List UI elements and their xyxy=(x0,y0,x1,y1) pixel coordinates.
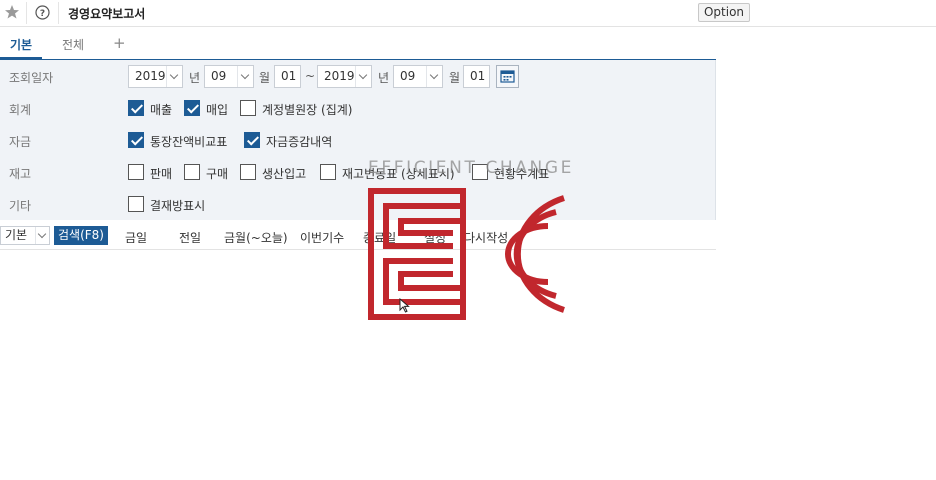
other-row: 기타 결재방표시 xyxy=(0,188,716,220)
svg-text:?: ? xyxy=(40,9,45,19)
period-label: 조회일자 xyxy=(9,71,54,85)
page-title: 경영요약보고서 xyxy=(68,7,146,21)
divider xyxy=(58,2,59,24)
search-panel: 조회일자 2019 년 09 월 01 ~ 2019 년 09 월 01 회계 … xyxy=(0,60,716,220)
bank-balance-checkbox[interactable] xyxy=(128,132,144,148)
chevron-down-icon xyxy=(35,227,49,244)
funds-change-checkbox[interactable] xyxy=(244,132,260,148)
calendar-icon xyxy=(500,70,515,83)
watermark-tagline: EFFICIENT CHANGE xyxy=(368,158,574,178)
chevron-down-icon xyxy=(355,66,371,87)
chevron-down-icon xyxy=(426,66,442,87)
funds-row: 자금 통장잔액비교표 자금증감내역 xyxy=(0,124,716,156)
other-label: 기타 xyxy=(9,199,32,213)
star-icon[interactable] xyxy=(4,4,20,20)
from-month-value: 09 xyxy=(211,69,227,83)
today-link[interactable]: 금일 xyxy=(125,229,147,246)
sales-label: 매출 xyxy=(150,103,173,117)
chevron-down-icon xyxy=(237,66,253,87)
to-year-value: 2019 xyxy=(324,69,355,83)
account-ledger-checkbox[interactable] xyxy=(240,100,256,116)
calendar-button[interactable] xyxy=(496,65,519,88)
purchase-checkbox[interactable] xyxy=(184,100,200,116)
production-label: 생산입고 xyxy=(262,167,307,181)
mouse-cursor-icon xyxy=(399,298,410,313)
preset-value: 기본 xyxy=(5,228,28,242)
from-year-value: 2019 xyxy=(135,69,166,83)
stock-change-checkbox[interactable] xyxy=(320,164,336,180)
top-bar: ? 경영요약보고서 Option xyxy=(0,0,936,27)
to-month-select[interactable]: 09 xyxy=(393,65,443,88)
purchase-label: 매입 xyxy=(206,103,229,117)
approval-label: 결재방표시 xyxy=(150,199,206,213)
approval-checkbox[interactable] xyxy=(128,196,144,212)
add-tab-button[interactable]: + xyxy=(113,34,126,52)
funds-label: 자금 xyxy=(9,135,32,149)
search-toolbar: 기본 검색(F8) 금일 전일 금월(~오늘) 이번기수 종료일 설정 다시작성 xyxy=(0,220,716,250)
tab-basic[interactable]: 기본 xyxy=(10,36,32,53)
this-period-link[interactable]: 이번기수 xyxy=(300,229,344,246)
from-day-input[interactable]: 01 xyxy=(274,65,301,88)
from-year-select[interactable]: 2019 xyxy=(128,65,183,88)
period-row: 조회일자 2019 년 09 월 01 ~ 2019 년 09 월 01 xyxy=(0,60,716,92)
to-month-value: 09 xyxy=(400,69,416,83)
year-unit: 년 xyxy=(189,71,201,85)
this-month-link[interactable]: 금월(~오늘) xyxy=(224,229,288,246)
account-ledger-label: 계정별원장 (집계) xyxy=(262,103,353,117)
accounting-row: 회계 매출 매입 계정별원장 (집계) xyxy=(0,92,716,124)
sale-checkbox[interactable] xyxy=(128,164,144,180)
funds-change-label: 자금증감내역 xyxy=(266,135,333,149)
inventory-row: 재고 판매 구매 생산입고 재고변동표 (상세표시) 현황수계표 xyxy=(0,156,716,188)
production-checkbox[interactable] xyxy=(240,164,256,180)
sales-checkbox[interactable] xyxy=(128,100,144,116)
sale-label: 판매 xyxy=(150,167,173,181)
divider xyxy=(26,2,27,24)
chevron-down-icon xyxy=(166,66,182,87)
to-day-input[interactable]: 01 xyxy=(463,65,490,88)
tab-bar: 기본 전체 + xyxy=(0,27,716,60)
yesterday-link[interactable]: 전일 xyxy=(179,229,201,246)
to-year-select[interactable]: 2019 xyxy=(317,65,372,88)
buy-label: 구매 xyxy=(206,167,229,181)
inventory-label: 재고 xyxy=(9,167,32,181)
range-separator: ~ xyxy=(305,69,316,83)
ec-logo xyxy=(368,188,565,320)
month-unit: 월 xyxy=(449,71,461,85)
preset-select[interactable]: 기본 xyxy=(0,226,50,245)
bank-balance-label: 통장잔액비교표 xyxy=(150,135,228,149)
tab-all[interactable]: 전체 xyxy=(62,36,84,53)
buy-checkbox[interactable] xyxy=(184,164,200,180)
option-button[interactable]: Option xyxy=(698,3,750,22)
help-icon[interactable]: ? xyxy=(35,5,50,20)
month-unit: 월 xyxy=(259,71,271,85)
search-button[interactable]: 검색(F8) xyxy=(54,226,108,245)
accounting-label: 회계 xyxy=(9,103,32,117)
from-month-select[interactable]: 09 xyxy=(204,65,254,88)
year-unit: 년 xyxy=(378,71,390,85)
